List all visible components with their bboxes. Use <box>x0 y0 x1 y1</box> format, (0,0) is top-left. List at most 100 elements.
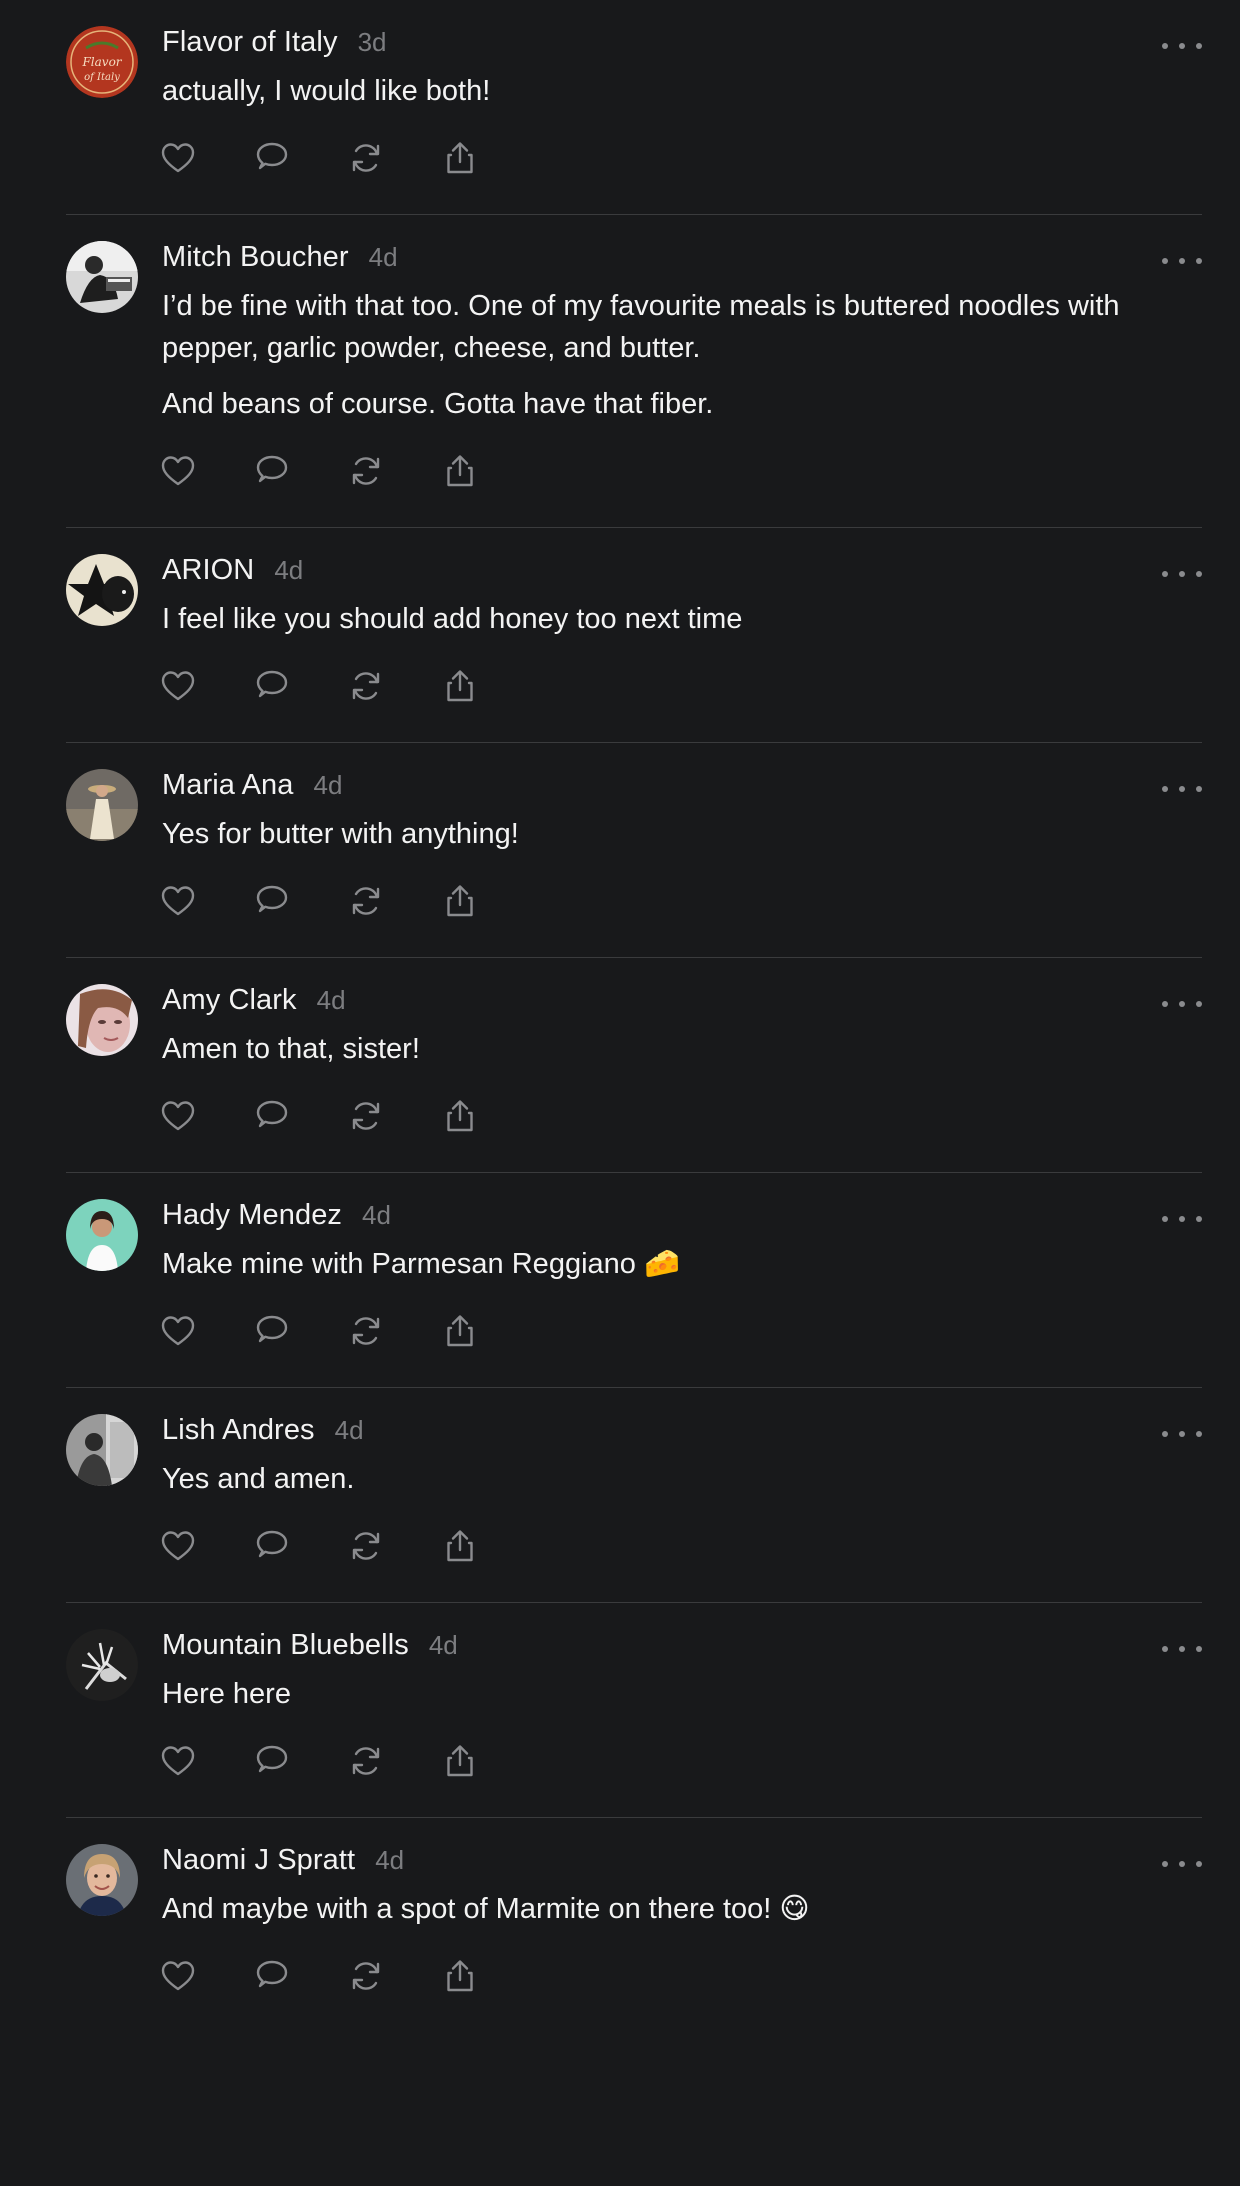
repost-icon[interactable] <box>348 1958 384 1994</box>
comment-icon[interactable] <box>254 1098 290 1134</box>
more-icon[interactable] <box>1162 34 1202 58</box>
author-name[interactable]: Maria Ana <box>162 769 293 802</box>
heart-icon[interactable] <box>160 1958 196 1994</box>
more-icon[interactable] <box>1162 1637 1202 1661</box>
comment-icon[interactable] <box>254 1743 290 1779</box>
post-actions <box>160 1096 1202 1136</box>
more-icon[interactable] <box>1162 1422 1202 1446</box>
more-icon[interactable] <box>1162 562 1202 586</box>
post-actions <box>160 1741 1202 1781</box>
more-icon[interactable] <box>1162 777 1202 801</box>
post-paragraph: Here here <box>162 1678 291 1710</box>
naomi-j-spratt-avatar[interactable] <box>66 1844 138 1916</box>
post-paragraph: Yes and amen. <box>162 1463 355 1495</box>
repost-icon[interactable] <box>348 1098 384 1134</box>
share-icon[interactable] <box>442 1313 478 1349</box>
mitch-boucher-avatar[interactable] <box>66 241 138 313</box>
share-icon[interactable] <box>442 1528 478 1564</box>
heart-icon[interactable] <box>160 1743 196 1779</box>
reply-post[interactable]: Hady Mendez 4d Make mine with Parmesan R… <box>66 1173 1202 1388</box>
author-name[interactable]: ARION <box>162 554 254 587</box>
comment-icon[interactable] <box>254 883 290 919</box>
heart-icon[interactable] <box>160 1313 196 1349</box>
share-icon[interactable] <box>442 453 478 489</box>
more-icon[interactable] <box>1162 1852 1202 1876</box>
post-text: Yes for butter with anything! <box>162 813 1202 855</box>
comment-icon[interactable] <box>254 1958 290 1994</box>
share-icon[interactable] <box>442 140 478 176</box>
post-text: Yes and amen. <box>162 1458 1202 1500</box>
post-actions <box>160 451 1202 491</box>
reply-post[interactable]: Mitch Boucher 4d I’d be fine with that t… <box>66 215 1202 528</box>
reply-post[interactable]: Lish Andres 4d Yes and amen. <box>66 1388 1202 1603</box>
post-timestamp: 4d <box>274 555 304 585</box>
more-icon[interactable] <box>1162 1207 1202 1231</box>
arion-avatar[interactable] <box>66 554 138 626</box>
repost-icon[interactable] <box>348 1313 384 1349</box>
repost-icon[interactable] <box>348 453 384 489</box>
repost-icon[interactable] <box>348 1528 384 1564</box>
author-name[interactable]: Lish Andres <box>162 1414 315 1447</box>
maria-ana-avatar[interactable] <box>66 769 138 841</box>
post-paragraph: Make mine with Parmesan Reggiano 🧀 <box>162 1248 681 1280</box>
heart-icon[interactable] <box>160 140 196 176</box>
lish-andres-avatar[interactable] <box>66 1414 138 1486</box>
author-name[interactable]: Hady Mendez <box>162 1199 342 1232</box>
heart-icon[interactable] <box>160 1098 196 1134</box>
flavor-of-italy-avatar[interactable]: Flavor of Italy <box>66 26 138 98</box>
post-text: I feel like you should add honey too nex… <box>162 598 1202 640</box>
author-name[interactable]: Mitch Boucher <box>162 241 349 274</box>
post-paragraph: And beans of course. Gotta have that fib… <box>162 388 714 420</box>
post-paragraph: Yes for butter with anything! <box>162 818 519 850</box>
comment-icon[interactable] <box>254 140 290 176</box>
share-icon[interactable] <box>442 1958 478 1994</box>
repost-icon[interactable] <box>348 668 384 704</box>
share-icon[interactable] <box>442 883 478 919</box>
reply-post[interactable]: Amy Clark 4d Amen to that, sister! <box>66 958 1202 1173</box>
more-icon[interactable] <box>1162 992 1202 1016</box>
post-timestamp: 4d <box>368 242 398 272</box>
repost-icon[interactable] <box>348 1743 384 1779</box>
post-timestamp: 4d <box>334 1415 364 1445</box>
post-timestamp: 4d <box>362 1200 391 1230</box>
post-timestamp: 3d <box>357 27 387 57</box>
hady-mendez-avatar[interactable] <box>66 1199 138 1271</box>
reply-post[interactable]: Flavor of Italy Flavor of Italy 3d actual… <box>66 0 1202 215</box>
post-paragraph: I’d be fine with that too. One of my fav… <box>162 290 1120 364</box>
author-name[interactable]: Mountain Bluebells <box>162 1629 409 1662</box>
reply-post[interactable]: Mountain Bluebells 4d Here here <box>66 1603 1202 1818</box>
post-actions <box>160 1311 1202 1351</box>
share-icon[interactable] <box>442 1743 478 1779</box>
share-icon[interactable] <box>442 1098 478 1134</box>
comment-icon[interactable] <box>254 668 290 704</box>
heart-icon[interactable] <box>160 453 196 489</box>
svg-text:Flavor: Flavor <box>81 55 122 69</box>
post-actions <box>160 666 1202 706</box>
reply-post[interactable]: ARION 4d I feel like you should add hone… <box>66 528 1202 743</box>
author-name[interactable]: Naomi J Spratt <box>162 1844 355 1877</box>
post-text: Make mine with Parmesan Reggiano 🧀 <box>162 1243 1202 1285</box>
post-paragraph: And maybe with a spot of Marmite on ther… <box>162 1893 810 1925</box>
heart-icon[interactable] <box>160 668 196 704</box>
mountain-bluebells-avatar[interactable] <box>66 1629 138 1701</box>
heart-icon[interactable] <box>160 1528 196 1564</box>
comment-icon[interactable] <box>254 1313 290 1349</box>
repost-icon[interactable] <box>348 140 384 176</box>
post-paragraph: actually, I would like both! <box>162 75 491 107</box>
author-name[interactable]: Flavor of Italy <box>162 26 338 59</box>
post-actions <box>160 1956 1202 1996</box>
repost-icon[interactable] <box>348 883 384 919</box>
post-actions <box>160 1526 1202 1566</box>
author-name[interactable]: Amy Clark <box>162 984 297 1017</box>
post-text: I’d be fine with that too. One of my fav… <box>162 285 1202 425</box>
reply-post[interactable]: Naomi J Spratt 4d And maybe with a spot … <box>66 1818 1202 1996</box>
post-paragraph: Amen to that, sister! <box>162 1033 420 1065</box>
share-icon[interactable] <box>442 668 478 704</box>
comment-icon[interactable] <box>254 1528 290 1564</box>
heart-icon[interactable] <box>160 883 196 919</box>
comment-icon[interactable] <box>254 453 290 489</box>
post-actions <box>160 881 1202 921</box>
reply-post[interactable]: Maria Ana 4d Yes for butter with anythin… <box>66 743 1202 958</box>
more-icon[interactable] <box>1162 249 1202 273</box>
amy-clark-avatar[interactable] <box>66 984 138 1056</box>
